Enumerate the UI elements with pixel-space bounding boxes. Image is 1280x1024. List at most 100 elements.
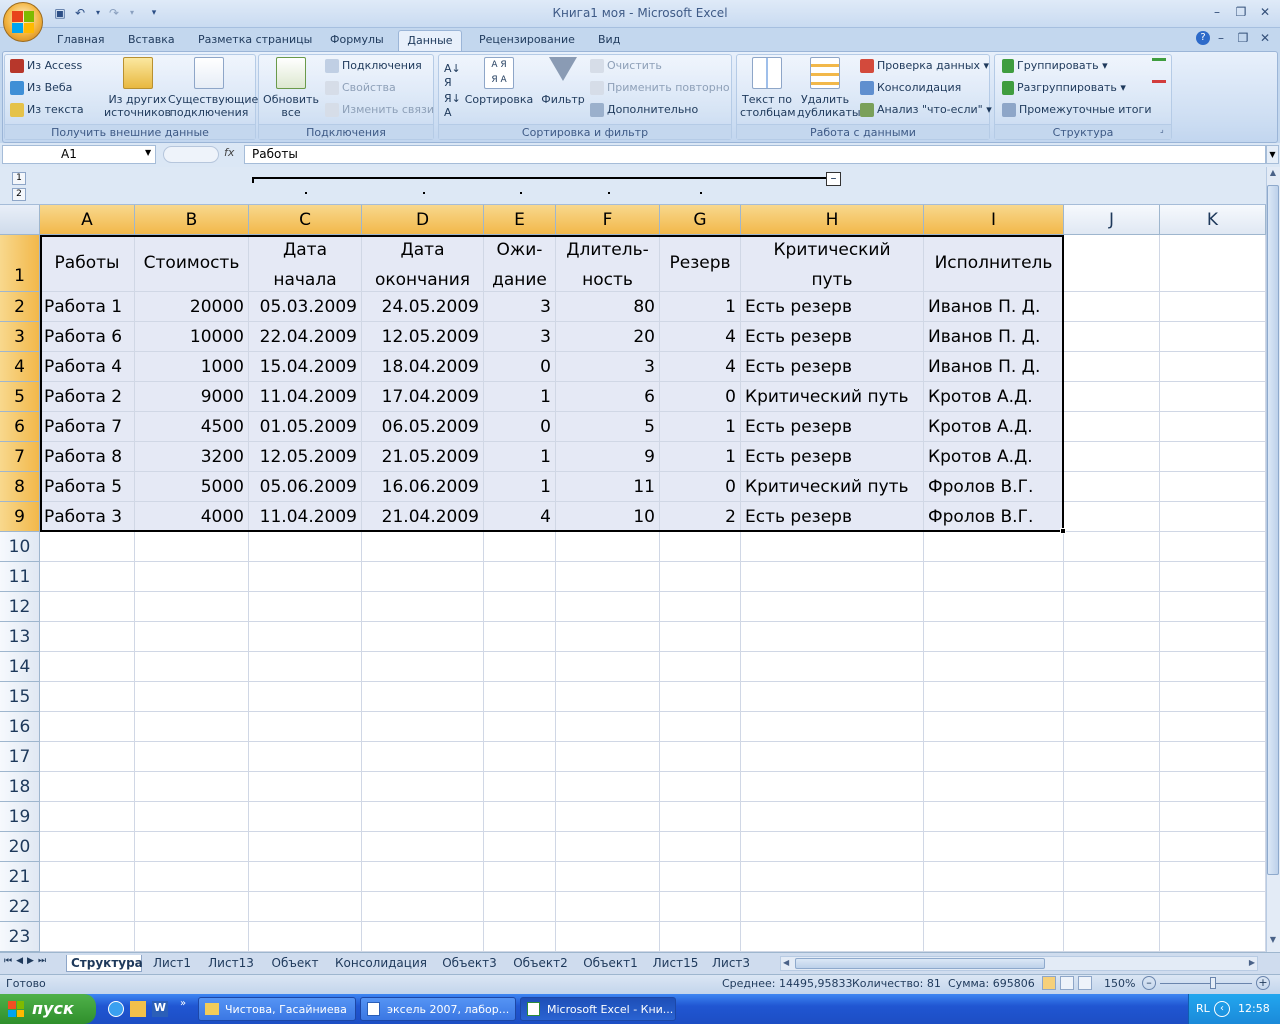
cell[interactable] xyxy=(660,712,741,742)
cell[interactable] xyxy=(556,772,660,802)
cell[interactable] xyxy=(1160,802,1266,832)
cell[interactable] xyxy=(1064,652,1160,682)
sheet-tab[interactable]: Объект2 xyxy=(507,955,574,972)
row-header[interactable]: 13 xyxy=(0,622,40,652)
cell[interactable] xyxy=(556,742,660,772)
cell[interactable] xyxy=(741,862,924,892)
cell[interactable] xyxy=(135,832,249,862)
help-icon[interactable]: ? xyxy=(1196,31,1210,45)
cell[interactable] xyxy=(362,862,484,892)
cell[interactable] xyxy=(660,532,741,562)
cell[interactable] xyxy=(249,652,362,682)
name-box[interactable]: A1 xyxy=(2,145,156,164)
cell[interactable]: Работа 4 xyxy=(40,352,135,382)
workbook-restore-icon[interactable]: ❐ xyxy=(1232,31,1254,47)
cell[interactable]: Длитель-ность xyxy=(556,235,660,292)
row-header[interactable]: 19 xyxy=(0,802,40,832)
cell[interactable] xyxy=(135,652,249,682)
cell[interactable] xyxy=(660,592,741,622)
cell[interactable] xyxy=(40,592,135,622)
cell[interactable] xyxy=(362,832,484,862)
cell[interactable] xyxy=(40,802,135,832)
cell[interactable] xyxy=(556,592,660,622)
cell[interactable] xyxy=(924,532,1064,562)
cell[interactable] xyxy=(40,562,135,592)
cell[interactable] xyxy=(660,772,741,802)
cell[interactable] xyxy=(484,592,556,622)
cell[interactable] xyxy=(660,682,741,712)
column-header[interactable]: F xyxy=(556,205,660,235)
cell[interactable]: Фролов В.Г. xyxy=(924,502,1064,532)
cell[interactable]: 0 xyxy=(484,352,556,382)
scroll-down-icon[interactable]: ▼ xyxy=(1267,935,1279,951)
cell[interactable] xyxy=(1064,592,1160,622)
cell[interactable]: 11.04.2009 xyxy=(249,382,362,412)
column-header[interactable]: H xyxy=(741,205,924,235)
normal-view-icon[interactable] xyxy=(1042,976,1056,990)
cell[interactable] xyxy=(484,712,556,742)
column-header[interactable]: K xyxy=(1160,205,1266,235)
row-header[interactable]: 12 xyxy=(0,592,40,622)
cell[interactable] xyxy=(249,742,362,772)
cell[interactable] xyxy=(362,592,484,622)
cell[interactable] xyxy=(1064,682,1160,712)
show-detail-icon[interactable] xyxy=(1152,58,1166,68)
clear-filter-button[interactable]: Очистить xyxy=(590,59,662,73)
cell[interactable]: 12.05.2009 xyxy=(249,442,362,472)
cell[interactable] xyxy=(741,652,924,682)
group-button[interactable]: Группировать ▾ xyxy=(1002,59,1108,73)
cell[interactable] xyxy=(249,862,362,892)
cell[interactable] xyxy=(362,622,484,652)
insert-function-icon[interactable]: fx xyxy=(224,146,242,159)
tab-data[interactable]: Данные xyxy=(398,30,462,52)
cell[interactable] xyxy=(924,772,1064,802)
cell[interactable]: 4500 xyxy=(135,412,249,442)
cell[interactable]: Ожи-дание xyxy=(484,235,556,292)
column-header[interactable]: J xyxy=(1064,205,1160,235)
cell[interactable] xyxy=(40,682,135,712)
cell[interactable]: 1 xyxy=(660,412,741,442)
cell[interactable]: Работа 3 xyxy=(40,502,135,532)
sheet-tab[interactable]: Объект xyxy=(264,955,326,972)
cell[interactable] xyxy=(249,922,362,952)
scroll-right-icon[interactable]: ▶ xyxy=(1249,958,1255,967)
column-header[interactable]: G xyxy=(660,205,741,235)
cell[interactable] xyxy=(1064,352,1160,382)
cell[interactable] xyxy=(741,532,924,562)
cell[interactable]: 20000 xyxy=(135,292,249,322)
cell[interactable]: 3 xyxy=(484,322,556,352)
row-header[interactable]: 2 xyxy=(0,292,40,322)
cell[interactable] xyxy=(40,892,135,922)
remove-duplicates-button[interactable]: Удалить дубликаты xyxy=(797,57,861,119)
cell[interactable] xyxy=(40,532,135,562)
column-header[interactable]: I xyxy=(924,205,1064,235)
row-header[interactable]: 7 xyxy=(0,442,40,472)
quick-launch-icon[interactable] xyxy=(130,1001,146,1017)
cell[interactable] xyxy=(660,742,741,772)
cell[interactable] xyxy=(135,712,249,742)
cell[interactable] xyxy=(362,712,484,742)
formula-bar-handle[interactable] xyxy=(163,146,219,163)
cell[interactable]: Резерв xyxy=(660,235,741,292)
cell[interactable] xyxy=(135,892,249,922)
row-header[interactable]: 8 xyxy=(0,472,40,502)
cell[interactable]: 4 xyxy=(484,502,556,532)
text-to-columns-button[interactable]: Текст по столбцам xyxy=(740,57,796,119)
advanced-filter-button[interactable]: Дополнительно xyxy=(590,103,698,117)
cell[interactable] xyxy=(556,562,660,592)
taskbar-item-excel[interactable]: Microsoft Excel - Кни... xyxy=(520,997,676,1021)
page-break-view-icon[interactable] xyxy=(1078,976,1092,990)
cell[interactable]: 1 xyxy=(484,442,556,472)
from-text-button[interactable]: Из текста xyxy=(10,103,84,117)
consolidate-button[interactable]: Консолидация xyxy=(860,81,961,95)
cell[interactable]: 1 xyxy=(660,292,741,322)
cell[interactable] xyxy=(249,622,362,652)
cell[interactable] xyxy=(924,742,1064,772)
cell[interactable] xyxy=(1064,742,1160,772)
cell[interactable]: 18.04.2009 xyxy=(362,352,484,382)
column-header[interactable]: D xyxy=(362,205,484,235)
cell[interactable] xyxy=(1160,472,1266,502)
spreadsheet-grid[interactable]: ABCDEFGHIJK 1 2 3 4 5 6 7 8 9 10 11 12 13 14 15 16 17 18 1… xyxy=(0,205,1266,952)
tab-page-layout[interactable]: Разметка страницы xyxy=(196,30,314,52)
cell[interactable] xyxy=(1160,412,1266,442)
